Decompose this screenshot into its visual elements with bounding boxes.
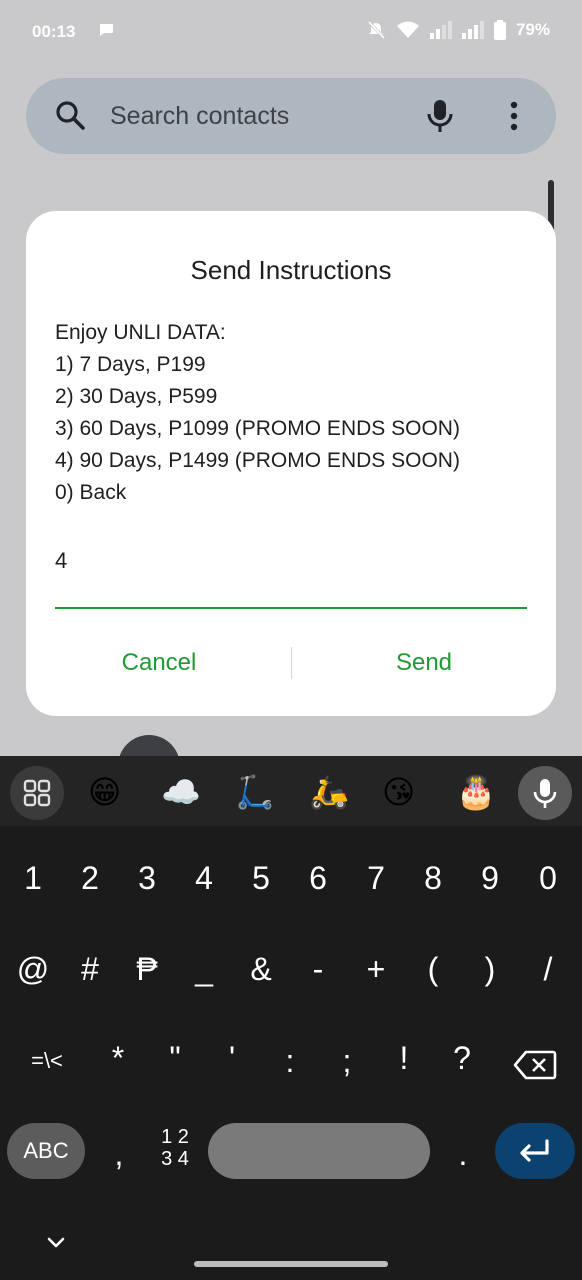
key-period[interactable]: . [436,1124,490,1184]
search-input[interactable]: Search contacts [110,102,289,131]
ussd-dialog: Send Instructions Enjoy UNLI DATA: 1) 7 … [26,211,556,716]
mic-icon[interactable] [426,98,454,139]
key-2[interactable]: 2 [63,848,117,908]
key-underscore[interactable]: _ [177,939,231,999]
message-line: 2) 30 Days, P599 [55,385,218,408]
key-8[interactable]: 8 [406,848,460,908]
key-colon[interactable]: : [263,1031,317,1091]
numpad-label-top: 1 2 [161,1126,189,1148]
keyboard: 😁 ☁️ 🛴 🛵 😘 🎂 1 2 3 4 5 6 7 8 9 0 @ # ₱ _… [0,756,582,1280]
key-1[interactable]: 1 [6,848,60,908]
key-7[interactable]: 7 [349,848,403,908]
key-comma[interactable]: , [92,1124,146,1184]
enter-icon[interactable] [495,1123,575,1179]
status-time: 00:13 [32,22,76,41]
signal-icon [461,21,484,39]
key-ampersand[interactable]: & [234,939,288,999]
key-hash[interactable]: # [63,939,117,999]
emoji-motor-scooter[interactable]: 🛵 [309,772,349,812]
key-6[interactable]: 6 [291,848,345,908]
numpad-key[interactable]: 1 2 3 4 [150,1126,200,1176]
dialog-message: Enjoy UNLI DATA: 1) 7 Days, P199 2) 30 D… [55,317,535,509]
space-key[interactable] [208,1123,430,1179]
chat-icon [98,22,114,42]
numpad-label-bottom: 3 4 [161,1148,189,1170]
mic-icon[interactable] [518,766,572,820]
signal-icon [429,21,452,39]
key-at[interactable]: @ [6,939,60,999]
backspace-icon[interactable] [506,1032,564,1092]
search-bar[interactable] [26,78,556,154]
chevron-down-icon[interactable] [46,1236,66,1255]
input-underline [55,607,527,609]
key-9[interactable]: 9 [463,848,517,908]
search-icon[interactable] [54,99,86,136]
emoji-kiss[interactable]: 😘 [382,772,415,812]
key-exclamation[interactable]: ! [377,1028,431,1088]
message-line: 3) 60 Days, P1099 (PROMO ENDS SOON) [55,417,460,440]
key-paren-open[interactable]: ( [406,939,460,999]
message-line: 4) 90 Days, P1499 (PROMO ENDS SOON) [55,449,460,472]
key-plus[interactable]: + [349,939,403,999]
key-0[interactable]: 0 [521,848,575,908]
button-divider [291,647,292,679]
key-3[interactable]: 3 [120,848,174,908]
emoji-cloud[interactable]: ☁️ [161,772,201,812]
key-question[interactable]: ? [435,1028,489,1088]
reply-input[interactable]: 4 [55,548,67,574]
message-line: Enjoy UNLI DATA: [55,321,226,344]
key-peso[interactable]: ₱ [120,939,174,999]
keyboard-toolbar: 😁 ☁️ 🛴 🛵 😘 🎂 [0,756,582,826]
key-5[interactable]: 5 [234,848,288,908]
key-semicolon[interactable]: ; [320,1031,374,1091]
more-vert-icon[interactable] [506,100,522,137]
key-asterisk[interactable]: * [91,1028,145,1088]
apps-grid-icon[interactable] [10,766,64,820]
battery-icon [493,20,506,40]
key-more-symbols[interactable]: =\< [12,1031,82,1091]
key-slash[interactable]: / [521,939,575,999]
cancel-button[interactable]: Cancel [44,641,274,685]
battery-percent: 79% [515,20,550,39]
wifi-icon [396,21,420,39]
dialog-title: Send Instructions [190,255,392,285]
emoji-grin[interactable]: 😁 [88,772,121,812]
key-quote[interactable]: " [148,1028,202,1088]
key-paren-close[interactable]: ) [463,939,517,999]
send-button[interactable]: Send [309,641,539,685]
message-line: 1) 7 Days, P199 [55,353,206,376]
key-minus[interactable]: - [291,939,345,999]
status-bar: 00:13 79% [0,0,582,64]
abc-key[interactable]: ABC [7,1123,85,1179]
emoji-cake[interactable]: 🎂 [456,772,496,812]
emoji-scooter[interactable]: 🛴 [235,772,275,812]
key-apostrophe[interactable]: ' [205,1028,259,1088]
key-4[interactable]: 4 [177,848,231,908]
mute-icon [366,20,386,40]
home-indicator[interactable] [194,1261,388,1267]
message-line: 0) Back [55,481,127,504]
